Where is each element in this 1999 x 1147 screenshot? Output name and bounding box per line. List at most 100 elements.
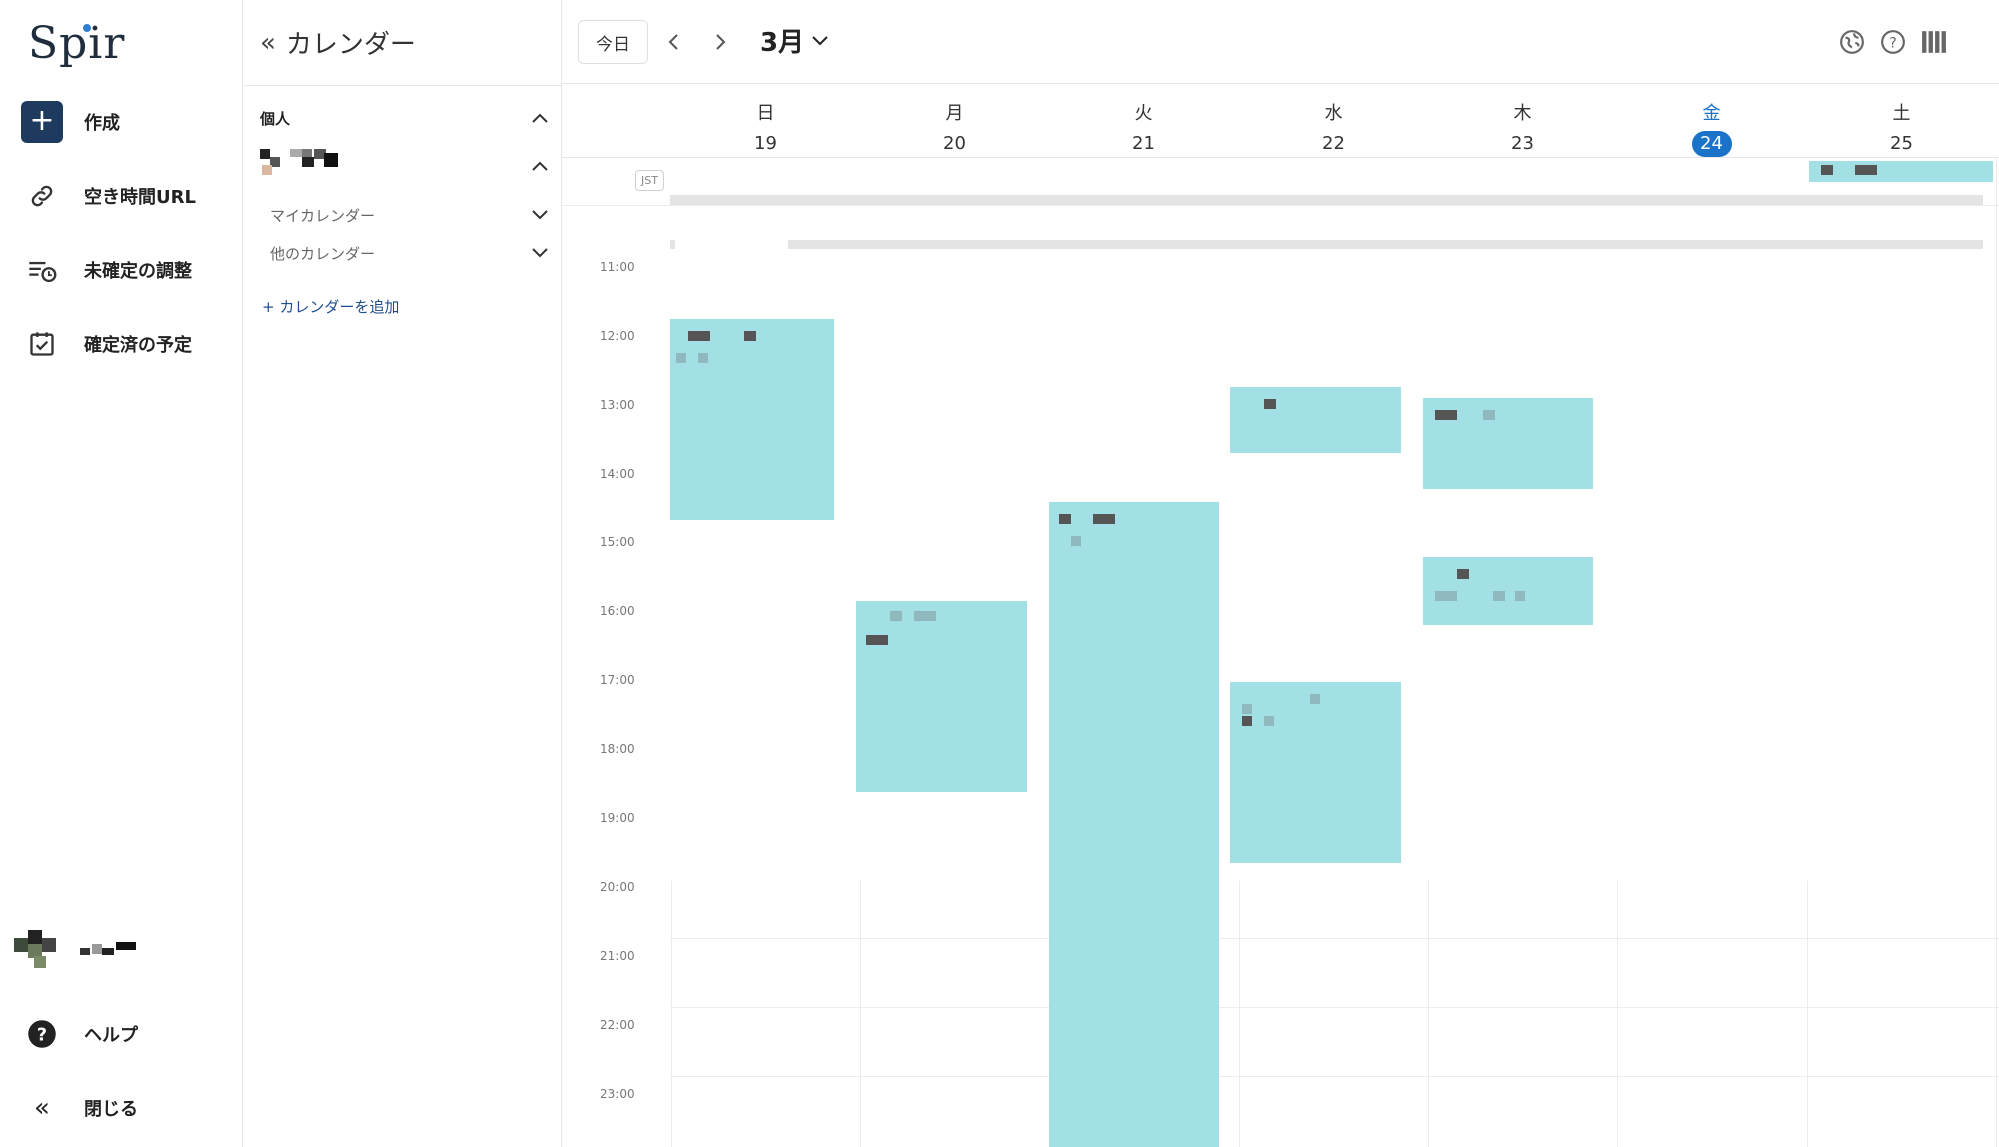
hour-label: 22:00 (600, 1018, 635, 1032)
user-name (80, 940, 140, 960)
svg-text:?: ? (1889, 35, 1896, 51)
svg-text:?: ? (37, 1025, 47, 1045)
spir-logo[interactable]: Spir (28, 18, 125, 69)
event-block-sat-allday[interactable] (1809, 161, 1993, 182)
hour-line (670, 1007, 1999, 1008)
day-column-line (1239, 881, 1240, 1147)
day-header-mon[interactable]: 月 20 (860, 85, 1049, 157)
personal-section-header[interactable]: 個人 (260, 101, 550, 135)
hour-label: 12:00 (600, 329, 635, 343)
my-calendars-row[interactable]: マイカレンダー (270, 198, 550, 232)
day-of-week: 水 (1324, 103, 1343, 124)
close-label: 閉じる (84, 1099, 138, 1120)
free-time-url-label: 空き時間URL (84, 187, 196, 208)
month-selector[interactable]: 3月 (760, 22, 828, 59)
account-row[interactable] (260, 149, 550, 183)
right-edge-line (1996, 157, 1997, 1147)
day-column-line (671, 881, 672, 1147)
month-label: 3月 (760, 28, 805, 58)
hour-line (670, 1076, 1999, 1077)
day-number: 19 (754, 133, 777, 154)
day-number: 23 (1511, 133, 1534, 154)
day-header-fri-today[interactable]: 金 24 (1617, 85, 1806, 157)
day-of-week: 木 (1513, 103, 1532, 124)
event-block-wed-1[interactable] (1230, 387, 1401, 453)
hour-line (670, 938, 1999, 939)
calendar-main: 今日 3月 ? 日 19 月 20 火 21 水 22 木 23 金 24 土 25 JST (562, 0, 1999, 1147)
calendar-check-icon (20, 322, 64, 366)
event-block-thu-1[interactable] (1423, 398, 1593, 489)
today-button[interactable]: 今日 (578, 20, 648, 64)
all-day-bar (670, 195, 1983, 205)
left-navigation: Spir + 作成 空き時間URL 未確定の調整 確定済の予定 ? ヘルプ « … (0, 0, 243, 1147)
scroll-shadow-bar (788, 240, 1983, 249)
previous-week-button[interactable] (658, 26, 690, 58)
day-column-line (1617, 881, 1618, 1147)
add-calendar-link[interactable]: + カレンダーを追加 (262, 289, 462, 323)
day-header-row: 日 19 月 20 火 21 水 22 木 23 金 24 土 25 (562, 85, 1999, 157)
hour-label: 14:00 (600, 467, 635, 481)
hour-label: 20:00 (600, 880, 635, 894)
question-icon[interactable]: ? (1877, 26, 1909, 58)
link-icon (20, 174, 64, 218)
day-of-week: 火 (1134, 103, 1153, 124)
day-number: 20 (943, 133, 966, 154)
day-column-line (860, 881, 861, 1147)
free-time-url-button[interactable]: 空き時間URL (20, 174, 230, 218)
day-header-sat[interactable]: 土 25 (1807, 85, 1996, 157)
calendar-list-panel: « カレンダー 個人 マイカレンダー 他のカレンダー + カレンダーを追加 (244, 0, 562, 1147)
event-block-sun[interactable] (670, 319, 834, 520)
day-of-week: 月 (945, 103, 964, 124)
day-number: 22 (1322, 133, 1345, 154)
personal-section-label: 個人 (260, 109, 291, 128)
close-nav-button[interactable]: « 閉じる (20, 1086, 230, 1130)
confirmed-button[interactable]: 確定済の予定 (20, 322, 230, 366)
avatar (14, 930, 62, 970)
other-calendars-label: 他のカレンダー (270, 244, 376, 263)
day-header-sun[interactable]: 日 19 (671, 85, 860, 157)
day-header-tue[interactable]: 火 21 (1049, 85, 1238, 157)
event-block-thu-2[interactable] (1423, 557, 1593, 625)
hour-label: 17:00 (600, 673, 635, 687)
day-header-wed[interactable]: 水 22 (1239, 85, 1428, 157)
help-label: ヘルプ (84, 1025, 138, 1046)
help-icon: ? (20, 1012, 64, 1056)
day-of-week: 日 (756, 103, 775, 124)
event-block-tue[interactable] (1049, 502, 1219, 1147)
event-block-wed-2[interactable] (1230, 682, 1401, 863)
day-of-week: 金 (1702, 103, 1721, 124)
create-label: 作成 (84, 113, 120, 134)
unconfirmed-button[interactable]: 未確定の調整 (20, 248, 230, 292)
chevron-down-icon[interactable] (530, 243, 550, 263)
calendar-panel-header: « カレンダー (244, 0, 561, 86)
chevron-down-icon[interactable] (530, 205, 550, 225)
hour-label: 15:00 (600, 535, 635, 549)
hour-label: 23:00 (600, 1087, 635, 1101)
chevron-down-icon (812, 35, 828, 46)
hour-label: 21:00 (600, 949, 635, 963)
collapse-panel-icon[interactable]: « (260, 28, 276, 58)
day-number: 25 (1890, 133, 1913, 154)
chevron-up-icon[interactable] (530, 156, 550, 176)
timezone-badge[interactable]: JST (635, 170, 664, 191)
event-block-mon[interactable] (856, 601, 1027, 792)
week-view-icon[interactable] (1918, 26, 1950, 58)
hour-label: 19:00 (600, 811, 635, 825)
unconfirmed-label: 未確定の調整 (84, 261, 192, 282)
next-week-button[interactable] (704, 26, 736, 58)
other-calendars-row[interactable]: 他のカレンダー (270, 236, 550, 270)
time-grid[interactable]: JST 11:00 12:00 13:00 14:00 15:00 16:00 … (562, 157, 1999, 1147)
day-number: 24 (1691, 131, 1732, 157)
calendar-panel-title: カレンダー (285, 30, 416, 60)
scroll-shadow-left (670, 240, 675, 249)
hour-label: 16:00 (600, 604, 635, 618)
create-button[interactable]: + 作成 (20, 100, 230, 144)
chevron-up-icon[interactable] (530, 108, 550, 128)
my-calendars-label: マイカレンダー (270, 206, 376, 225)
globe-icon[interactable] (1836, 26, 1868, 58)
user-account[interactable] (14, 930, 140, 970)
help-button[interactable]: ? ヘルプ (20, 1012, 230, 1056)
day-header-thu[interactable]: 木 23 (1428, 85, 1617, 157)
day-column-line (1428, 881, 1429, 1147)
double-chevron-left-icon: « (34, 1093, 50, 1123)
